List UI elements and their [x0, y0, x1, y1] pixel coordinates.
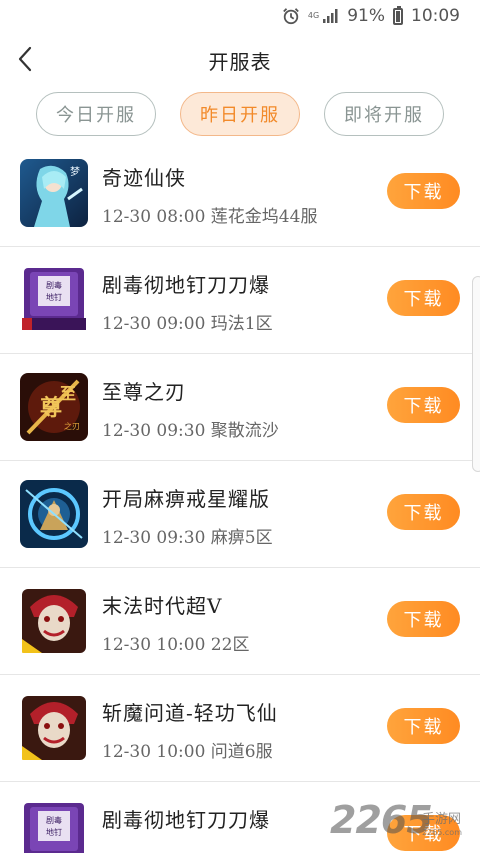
server-time-info: 12-30 09:30 麻痹5区 — [102, 528, 273, 548]
status-bar: 4G 91% 10:09 — [0, 0, 480, 32]
game-name: 奇迹仙侠 — [102, 166, 186, 190]
watermark-logo: 2265 手游网 2265.com — [330, 796, 480, 852]
battery-percent: 91% — [347, 6, 385, 26]
game-name: 剧毒彻地钉刀刀爆 — [102, 808, 270, 832]
game-name: 剧毒彻地钉刀刀爆 — [102, 273, 270, 297]
clock-time: 10:09 — [411, 6, 460, 26]
alarm-icon — [283, 8, 299, 25]
scroll-handle[interactable] — [472, 276, 480, 472]
download-button[interactable]: 下载 — [387, 173, 460, 209]
list-item[interactable]: 斩魔问道-轻功飞仙 12-30 10:00 问道6服 下载 — [0, 675, 480, 782]
download-button[interactable]: 下载 — [387, 280, 460, 316]
server-time-info: 12-30 08:00 莲花金坞44服 — [102, 207, 318, 227]
download-button[interactable]: 下载 — [387, 708, 460, 744]
server-time-info: 12-30 09:00 玛法1区 — [102, 314, 273, 334]
tab-upcoming[interactable]: 即将开服 — [324, 92, 444, 136]
network-type-label: 4G — [307, 11, 320, 20]
tab-bar: 今日开服 昨日开服 即将开服 — [0, 92, 480, 138]
download-button[interactable]: 下载 — [387, 387, 460, 423]
server-time-info: 12-30 09:30 聚散流沙 — [102, 421, 279, 441]
server-time-info: 12-30 10:00 22区 — [102, 635, 250, 655]
game-icon-clown — [20, 587, 88, 655]
tab-yesterday[interactable]: 昨日开服 — [180, 92, 300, 136]
signal-icon — [323, 9, 338, 23]
svg-text:剧毒: 剧毒 — [46, 815, 62, 825]
svg-text:梦: 梦 — [70, 166, 80, 178]
header: 开服表 — [0, 34, 480, 86]
game-icon-clown — [20, 694, 88, 762]
game-icon-purple-book: 剧毒 地钉 — [20, 266, 88, 334]
game-icon-blue-warrior — [20, 480, 88, 548]
list-item[interactable]: 梦 奇迹仙侠 12-30 08:00 莲花金坞44服 下载 — [0, 140, 480, 247]
download-button[interactable]: 下载 — [387, 494, 460, 530]
svg-text:至: 至 — [60, 384, 76, 403]
svg-text:之刃: 之刃 — [64, 421, 80, 431]
battery-icon — [393, 5, 403, 25]
list-item[interactable]: 末法时代超V 12-30 10:00 22区 下载 — [0, 568, 480, 675]
game-icon-golden-blade: 尊 至 之刃 — [20, 373, 88, 441]
list-item[interactable]: 剧毒 地钉 剧毒彻地钉刀刀爆 12-30 09:00 玛法1区 下载 — [0, 247, 480, 354]
game-name: 末法时代超V — [102, 594, 223, 618]
tab-today[interactable]: 今日开服 — [36, 92, 156, 136]
svg-text:地钉: 地钉 — [46, 292, 62, 302]
watermark-url: 2265.com — [422, 828, 462, 837]
game-name: 开局麻痹戒星耀版 — [102, 487, 270, 511]
server-time-info: 12-30 10:00 问道6服 — [102, 742, 273, 762]
watermark-text: 手游网 — [422, 812, 462, 827]
game-icon-purple-book: 剧毒 地钉 — [20, 801, 88, 853]
game-icon-fairy-swordsman: 梦 — [20, 159, 88, 227]
game-name: 斩魔问道-轻功飞仙 — [102, 701, 278, 725]
watermark-number: 2265 — [330, 798, 433, 842]
svg-text:地钉: 地钉 — [46, 827, 62, 837]
page-title: 开服表 — [208, 50, 272, 74]
download-button[interactable]: 下载 — [387, 601, 460, 637]
list-item[interactable]: 开局麻痹戒星耀版 12-30 09:30 麻痹5区 下载 — [0, 461, 480, 568]
game-name: 至尊之刃 — [102, 380, 186, 404]
list-item[interactable]: 尊 至 之刃 至尊之刃 12-30 09:30 聚散流沙 下载 — [0, 354, 480, 461]
svg-text:尊: 尊 — [40, 395, 62, 421]
svg-text:剧毒: 剧毒 — [46, 280, 62, 290]
